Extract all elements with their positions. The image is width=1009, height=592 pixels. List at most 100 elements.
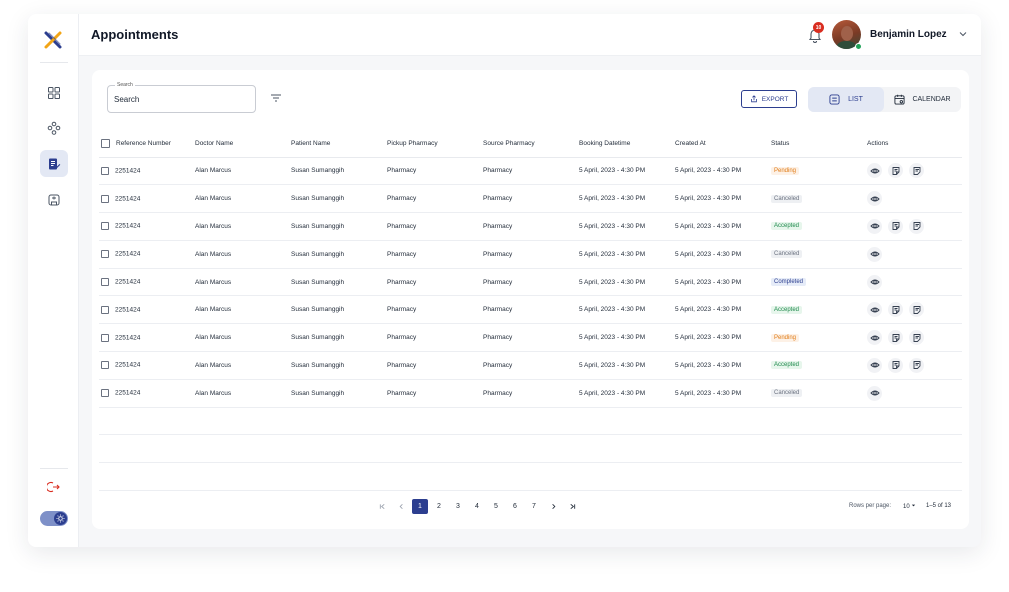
cell-created-at: 5 April, 2023 - 4:30 PM: [675, 240, 771, 269]
row-checkbox[interactable]: [101, 278, 109, 287]
row-checkbox[interactable]: [101, 194, 109, 203]
cell-pickup-pharmacy: Pharmacy: [387, 323, 483, 353]
edit-note-icon[interactable]: [888, 302, 903, 318]
row-checkbox[interactable]: [101, 250, 109, 259]
table-row[interactable]: 2251424 Alan Marcus Susan Sumanggih Pharmac…: [99, 240, 962, 269]
page-button-7[interactable]: 7: [526, 499, 542, 514]
table-row[interactable]: 2251424 Alan Marcus Susan Sumanggih Pharmac…: [99, 379, 962, 408]
page-button-4[interactable]: 4: [469, 499, 485, 514]
page-button-3[interactable]: 3: [450, 499, 466, 514]
view-icon[interactable]: [867, 246, 882, 262]
user-name[interactable]: Benjamin Lopez: [870, 29, 947, 40]
column-header[interactable]: Source Pharmacy: [483, 130, 579, 158]
notes-icon[interactable]: [909, 218, 924, 234]
sidebar-divider: [40, 468, 68, 469]
view-icon[interactable]: [867, 163, 882, 179]
column-header[interactable]: Pickup Pharmacy: [387, 130, 483, 158]
edit-note-icon[interactable]: [888, 218, 903, 234]
cell-booking-datetime: 5 April, 2023 - 4:30 PM: [579, 268, 675, 297]
notes-icon[interactable]: [909, 302, 924, 318]
search-input[interactable]: Search Search: [107, 82, 256, 113]
column-header[interactable]: Booking Datetime: [579, 130, 675, 158]
column-header[interactable]: Doctor Name: [195, 130, 291, 158]
logout-button[interactable]: [40, 473, 68, 500]
cell-status: Completed: [771, 268, 867, 297]
view-icon[interactable]: [867, 385, 882, 401]
prev-page-button[interactable]: [393, 499, 409, 514]
cell-status: Accepted: [771, 212, 867, 241]
table-row[interactable]: 2251424 Alan Marcus Susan Sumanggih Pharmac…: [99, 268, 962, 297]
empty-table-row: [99, 407, 962, 436]
cell-booking-datetime: 5 April, 2023 - 4:30 PM: [579, 323, 675, 353]
row-checkbox[interactable]: [101, 389, 109, 398]
page-button-1[interactable]: 1: [412, 499, 428, 514]
column-header[interactable]: Patient Name: [291, 130, 387, 158]
notes-icon[interactable]: [909, 330, 924, 346]
cell-patient: Susan Sumanggih: [291, 212, 387, 241]
top-bar: Appointments 10 Benjamin Lopez: [79, 14, 981, 56]
export-button[interactable]: EXPORT: [741, 90, 797, 108]
row-checkbox[interactable]: [101, 166, 109, 175]
cell-actions: [867, 295, 962, 325]
status-badge: Canceled: [771, 389, 803, 398]
filter-icon[interactable]: [270, 93, 282, 103]
cell-doctor: Alan Marcus: [195, 295, 291, 325]
rows-per-page-label: Rows per page:: [849, 503, 892, 509]
cell-created-at: 5 April, 2023 - 4:30 PM: [675, 268, 771, 297]
chevron-down-icon[interactable]: [958, 29, 968, 39]
table-row[interactable]: 2251424 Alan Marcus Susan Sumanggih Pharmac…: [99, 184, 962, 214]
view-icon[interactable]: [867, 330, 882, 346]
table-row[interactable]: 2251424 Alan Marcus Susan Sumanggih Pharmac…: [99, 157, 962, 186]
sidebar-item-dashboard[interactable]: [40, 79, 68, 106]
column-header[interactable]: Reference Number: [99, 130, 195, 158]
cell-booking-datetime: 5 April, 2023 - 4:30 PM: [579, 184, 675, 214]
cell-pickup-pharmacy: Pharmacy: [387, 379, 483, 408]
row-checkbox[interactable]: [101, 333, 109, 342]
status-badge: Canceled: [771, 194, 803, 203]
view-icon[interactable]: [867, 274, 882, 290]
row-checkbox[interactable]: [101, 361, 109, 370]
page-button-5[interactable]: 5: [488, 499, 504, 514]
cell-status: Accepted: [771, 295, 867, 325]
sidebar-item-appointments[interactable]: [40, 150, 68, 177]
list-view-button[interactable]: LIST: [808, 87, 884, 112]
notification-badge: 10: [813, 22, 824, 33]
status-badge: Accepted: [771, 361, 803, 370]
cell-booking-datetime: 5 April, 2023 - 4:30 PM: [579, 351, 675, 380]
column-header[interactable]: Created At: [675, 130, 771, 158]
calendar-view-button[interactable]: CALENDAR: [884, 87, 961, 112]
next-page-button[interactable]: [545, 499, 561, 514]
last-page-button[interactable]: [564, 499, 580, 514]
cell-source-pharmacy: Pharmacy: [483, 184, 579, 214]
table-row[interactable]: 2251424 Alan Marcus Susan Sumanggih Pharmac…: [99, 323, 962, 353]
page-button-6[interactable]: 6: [507, 499, 523, 514]
row-checkbox[interactable]: [101, 222, 109, 231]
table-row[interactable]: 2251424 Alan Marcus Susan Sumanggih Pharmac…: [99, 295, 962, 325]
cell-actions: [867, 157, 962, 186]
notes-icon[interactable]: [909, 163, 924, 179]
notes-icon[interactable]: [909, 357, 924, 373]
view-icon[interactable]: [867, 302, 882, 318]
cell-reference: 2251424: [99, 240, 195, 269]
sidebar-item-network[interactable]: [40, 114, 68, 141]
cell-patient: Susan Sumanggih: [291, 157, 387, 186]
edit-note-icon[interactable]: [888, 330, 903, 346]
select-all-checkbox[interactable]: [101, 138, 110, 148]
theme-toggle[interactable]: [40, 511, 68, 526]
table-row[interactable]: 2251424 Alan Marcus Susan Sumanggih Pharmac…: [99, 351, 962, 380]
sidebar-item-clinic[interactable]: [40, 186, 68, 213]
row-checkbox[interactable]: [101, 305, 109, 314]
page-button-2[interactable]: 2: [431, 499, 447, 514]
status-badge: Canceled: [771, 250, 803, 259]
view-icon[interactable]: [867, 218, 882, 234]
edit-note-icon[interactable]: [888, 163, 903, 179]
edit-note-icon[interactable]: [888, 357, 903, 373]
cell-created-at: 5 April, 2023 - 4:30 PM: [675, 379, 771, 408]
column-header[interactable]: Status: [771, 130, 867, 158]
view-icon[interactable]: [867, 357, 882, 373]
status-badge: Pending: [771, 166, 800, 175]
first-page-button[interactable]: [374, 499, 390, 514]
table-row[interactable]: 2251424 Alan Marcus Susan Sumanggih Pharmac…: [99, 212, 962, 241]
rows-per-page-select[interactable]: 10: [903, 503, 916, 510]
view-icon[interactable]: [867, 191, 882, 207]
